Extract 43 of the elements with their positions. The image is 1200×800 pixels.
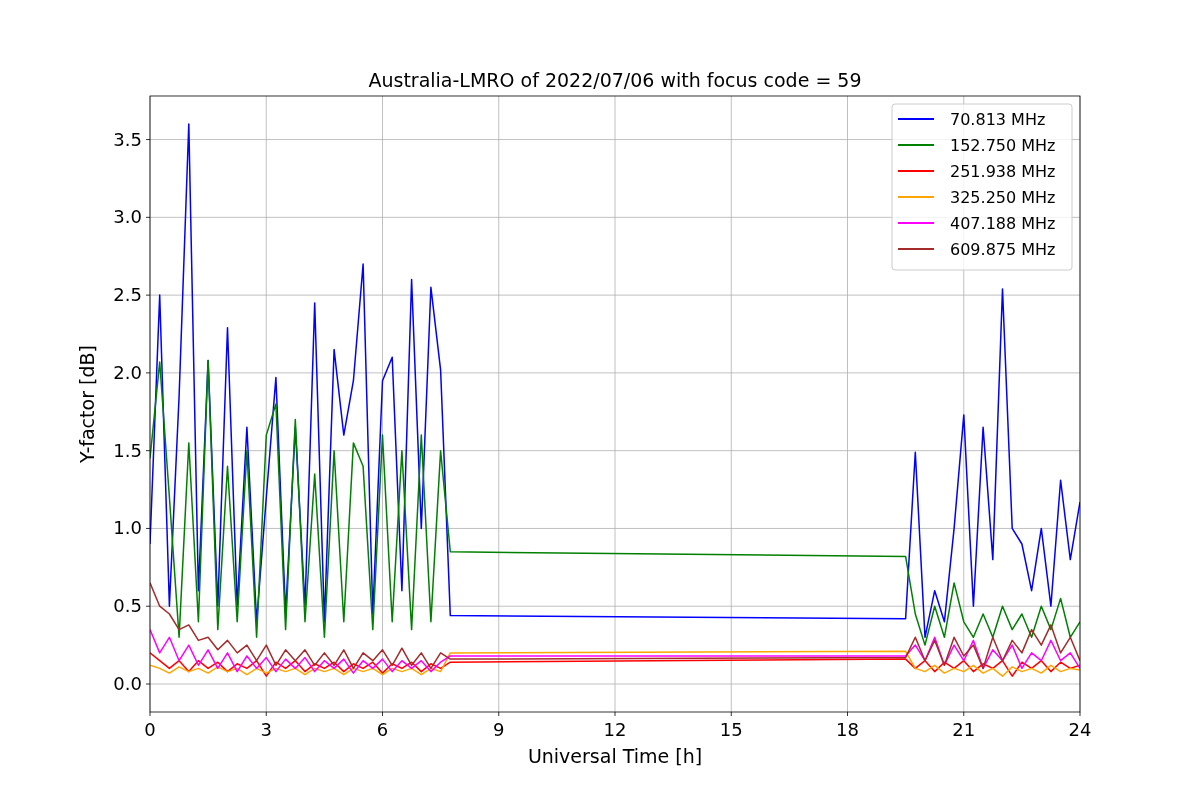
- x-tick-label: 18: [836, 719, 859, 740]
- tick-mark: [382, 711, 383, 717]
- tick-mark: [614, 711, 616, 717]
- y-axis-label: Y-factor [dB]: [76, 345, 98, 463]
- legend-label: 609.875 MHz: [950, 240, 1056, 259]
- x-tick-label: 0: [144, 719, 156, 740]
- x-tick-label: 21: [952, 719, 976, 740]
- tick-mark: [498, 711, 500, 717]
- chart-title: Australia-LMRO of 2022/07/06 with focus code = 59: [368, 69, 862, 91]
- legend-label: 325.250 MHz: [950, 188, 1056, 207]
- tick-mark: [145, 216, 151, 218]
- y-tick-label: 2.5: [113, 284, 142, 306]
- legend-label: 407.188 MHz: [950, 214, 1056, 233]
- tick-mark: [145, 372, 151, 374]
- tick-mark: [265, 711, 267, 717]
- x-tick-label: 6: [376, 719, 389, 740]
- tick-mark: [145, 683, 151, 685]
- x-tick-label: 3: [260, 719, 272, 740]
- y-tick-label: 0.0: [113, 673, 142, 694]
- tick-mark: [145, 139, 151, 140]
- y-tick-label: 0.5: [113, 595, 142, 617]
- tick-mark: [1079, 711, 1081, 717]
- y-tick-label: 3.5: [113, 128, 142, 150]
- tick-mark: [847, 711, 848, 717]
- tick-mark: [145, 294, 151, 296]
- tick-mark: [149, 711, 151, 717]
- y-tick-label: 1.0: [113, 517, 142, 539]
- y-tick-label: 2.0: [113, 361, 142, 383]
- legend-label: 152.750 MHz: [950, 136, 1056, 155]
- legend-label: 251.938 MHz: [950, 162, 1056, 181]
- x-tick-label: 15: [719, 719, 743, 740]
- x-tick-label: 12: [603, 719, 627, 740]
- tick-mark: [145, 605, 151, 607]
- x-tick-label: 24: [1068, 719, 1092, 740]
- tick-mark: [145, 528, 151, 529]
- y-tick-label: 3.0: [113, 206, 142, 228]
- tick-mark: [730, 711, 732, 717]
- x-tick-label: 9: [493, 719, 505, 740]
- tick-mark: [963, 711, 965, 717]
- x-axis-label: Universal Time [h]: [527, 745, 703, 767]
- tick-mark: [145, 450, 151, 452]
- y-tick-label: 1.5: [113, 439, 142, 461]
- legend-label: 70.813 MHz: [950, 110, 1046, 129]
